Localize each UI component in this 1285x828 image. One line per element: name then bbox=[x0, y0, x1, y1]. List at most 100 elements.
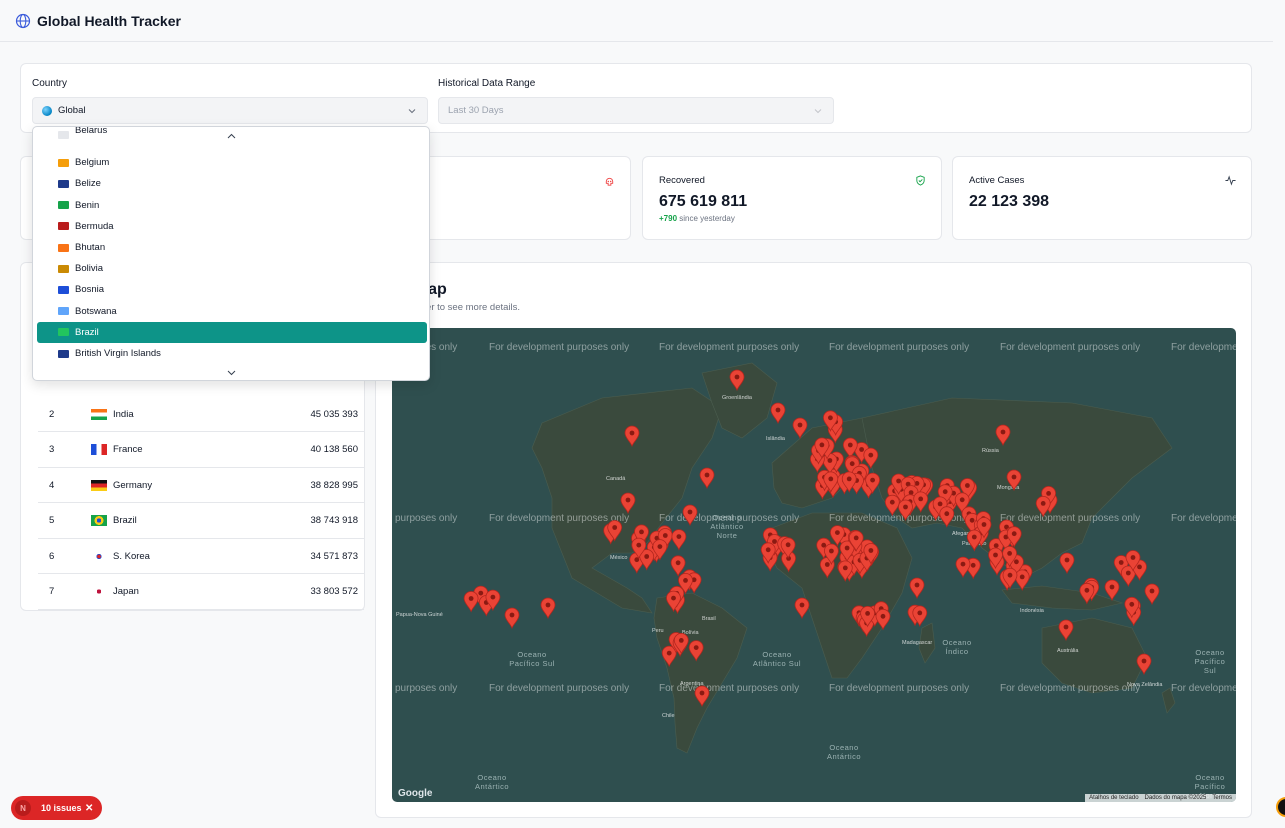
map-marker[interactable] bbox=[995, 424, 1011, 447]
map-marker[interactable] bbox=[794, 597, 810, 620]
chevron-down-icon bbox=[814, 109, 822, 114]
range-select[interactable]: Last 30 Days bbox=[438, 97, 834, 124]
country-flag-icon bbox=[58, 264, 69, 273]
dropdown-option[interactable]: Bermuda bbox=[37, 216, 427, 237]
map-marker[interactable] bbox=[842, 437, 858, 460]
map-marker[interactable] bbox=[792, 417, 808, 440]
recovered-value: 675 619 811 bbox=[659, 193, 748, 210]
map-marker[interactable] bbox=[463, 591, 479, 613]
next-logo-icon: N bbox=[15, 800, 31, 816]
country-select-value: Global bbox=[58, 105, 86, 116]
map-marker[interactable] bbox=[624, 425, 640, 448]
dropdown-option[interactable]: Botswana bbox=[37, 301, 427, 322]
dropdown-option[interactable]: Brazil bbox=[37, 321, 427, 343]
map-marker[interactable] bbox=[1059, 552, 1075, 575]
ranking-value: 38 828 995 bbox=[310, 479, 358, 491]
dropdown-option[interactable]: Belgium bbox=[37, 152, 427, 173]
country-flag-icon bbox=[58, 349, 69, 358]
country-flag-icon bbox=[58, 285, 69, 294]
dropdown-option-label: Belize bbox=[75, 178, 101, 190]
country-flag-icon bbox=[58, 222, 69, 231]
ranking-row[interactable]: 5 Brazil 38 743 918 bbox=[38, 504, 364, 539]
ranking-row[interactable]: 2 India 45 035 393 bbox=[38, 397, 364, 432]
dropdown-option[interactable]: Benin bbox=[37, 195, 427, 216]
ranking-country: Brazil bbox=[113, 515, 137, 526]
dropdown-option[interactable]: British Virgin Islands bbox=[37, 343, 427, 364]
map-marker[interactable] bbox=[909, 577, 925, 600]
map-marker[interactable] bbox=[884, 494, 900, 517]
map-marker[interactable] bbox=[1035, 496, 1051, 518]
map-marker[interactable] bbox=[504, 607, 520, 630]
map-marker[interactable] bbox=[898, 499, 913, 522]
map-marker[interactable] bbox=[540, 597, 556, 620]
chevron-down-icon[interactable] bbox=[227, 370, 236, 376]
active-title: Active Cases bbox=[969, 175, 1025, 186]
dropdown-option-label: British Virgin Islands bbox=[75, 348, 161, 359]
ranking-value: 40 138 560 bbox=[310, 444, 358, 455]
dropdown-option-label: Botswana bbox=[75, 305, 117, 317]
ranking-row[interactable]: 3 France 40 138 560 bbox=[38, 433, 364, 468]
globe-icon bbox=[15, 13, 31, 28]
map-marker[interactable] bbox=[875, 608, 891, 631]
ranking-number: 4 bbox=[49, 479, 55, 491]
ranking-value: 33 803 572 bbox=[310, 586, 358, 597]
map-marker[interactable] bbox=[688, 640, 704, 662]
country-flag-icon bbox=[91, 586, 107, 597]
map-marker[interactable] bbox=[1006, 469, 1022, 492]
map-marker[interactable] bbox=[966, 529, 982, 552]
country-flag-icon bbox=[58, 179, 69, 188]
active-cases-card: Active Cases 22 123 398 bbox=[952, 156, 1252, 240]
dropdown-option[interactable]: Bhutan bbox=[37, 237, 427, 258]
dropdown-option[interactable]: Bosnia bbox=[37, 279, 427, 300]
map-marker[interactable] bbox=[1144, 583, 1160, 606]
country-flag-icon bbox=[58, 158, 69, 167]
dropdown-option-label: Belgium bbox=[75, 157, 110, 169]
ranking-number: 3 bbox=[49, 444, 55, 455]
map-marker[interactable] bbox=[671, 529, 687, 551]
map-marker[interactable] bbox=[729, 369, 745, 392]
recovered-card: Recovered 675 619 811 +790 since yesterd… bbox=[642, 156, 942, 240]
map-marker[interactable] bbox=[670, 555, 686, 577]
ranking-row[interactable]: 6 S. Korea 34 571 873 bbox=[38, 539, 364, 574]
map-marker[interactable] bbox=[955, 556, 971, 579]
ranking-row[interactable]: 4 Germany 38 828 995 bbox=[38, 468, 364, 503]
issues-badge[interactable]: N 10 issues ✕ bbox=[11, 796, 102, 820]
map-marker[interactable] bbox=[1104, 579, 1120, 602]
world-map[interactable]: purposes onlyFor development purposes on… bbox=[392, 328, 1236, 802]
terms-link[interactable]: Termos bbox=[1212, 795, 1232, 801]
map-marker[interactable] bbox=[694, 685, 710, 708]
dropdown-option-label: Brazil bbox=[75, 326, 99, 338]
country-dropdown[interactable]: Belarus Belgium Belize Benin Bermuda Bhutan Bo… bbox=[32, 126, 430, 381]
map-marker[interactable] bbox=[1136, 653, 1152, 676]
country-flag-icon bbox=[91, 479, 107, 491]
corner-badge-icon[interactable] bbox=[1276, 797, 1285, 817]
keyboard-shortcuts-link[interactable]: Atalhos de teclado bbox=[1089, 795, 1138, 801]
map-marker[interactable] bbox=[913, 491, 929, 513]
map-marker[interactable] bbox=[770, 402, 786, 425]
ranking-value: 34 571 873 bbox=[310, 550, 358, 562]
dropdown-option-label: Bermuda bbox=[75, 220, 114, 232]
skull-icon bbox=[605, 177, 614, 186]
map-marker[interactable] bbox=[939, 506, 955, 528]
map-marker[interactable] bbox=[699, 467, 715, 490]
ranking-row[interactable]: 7 Japan 33 803 572 bbox=[38, 575, 364, 610]
recovered-title: Recovered bbox=[659, 175, 705, 186]
issues-count: 10 issues bbox=[41, 803, 82, 813]
ranking-number: 6 bbox=[49, 550, 55, 562]
map-marker[interactable] bbox=[1014, 569, 1030, 591]
ranking-number: 2 bbox=[49, 408, 55, 420]
ranking-country: France bbox=[113, 444, 143, 455]
ranking-country: Japan bbox=[113, 586, 139, 597]
country-select[interactable]: Global bbox=[32, 97, 428, 124]
ranking-country: India bbox=[113, 408, 134, 420]
country-flag-icon bbox=[58, 328, 69, 337]
map-marker[interactable] bbox=[1058, 619, 1074, 642]
map-marker[interactable] bbox=[620, 492, 636, 515]
close-icon[interactable]: ✕ bbox=[85, 803, 93, 814]
map-marker[interactable] bbox=[682, 504, 698, 527]
dropdown-option[interactable]: Belize bbox=[37, 173, 427, 194]
dropdown-option[interactable]: Bolivia bbox=[37, 258, 427, 279]
dropdown-option-label: Benin bbox=[75, 199, 100, 211]
ranking-country: Germany bbox=[113, 479, 153, 491]
dropdown-option[interactable]: Belarus bbox=[37, 127, 427, 141]
